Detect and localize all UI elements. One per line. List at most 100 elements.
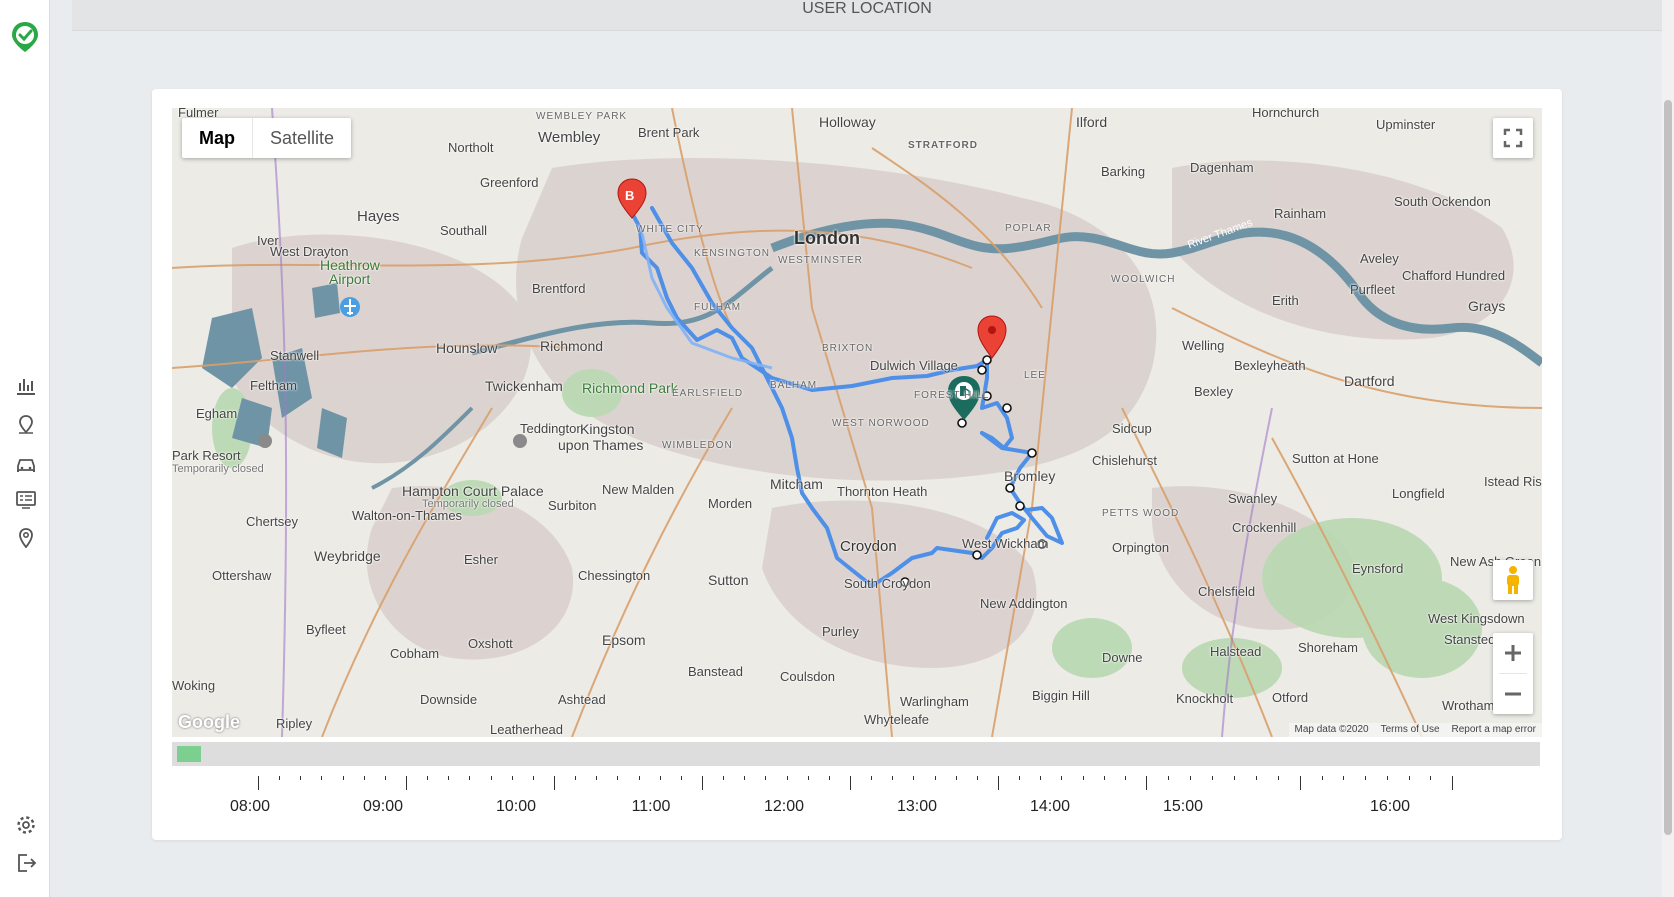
timeline-major-tick: [1146, 776, 1147, 790]
map-label: Longfield: [1392, 486, 1445, 501]
timeline-minor-tick: [512, 776, 513, 780]
fullscreen-button[interactable]: [1493, 118, 1533, 158]
timeline-minor-tick: [469, 776, 470, 780]
map-label: Teddington: [520, 421, 584, 436]
timeline-minor-tick: [533, 776, 534, 780]
map-label: Dartford: [1344, 373, 1395, 389]
timeline-hour-label: 11:00: [631, 798, 671, 815]
map-label: Swanley: [1228, 491, 1278, 506]
app-logo-icon[interactable]: [7, 18, 43, 54]
timeline-minor-tick: [491, 776, 492, 780]
timeline-minor-tick: [1343, 776, 1344, 780]
map-label: Purfleet: [1350, 282, 1395, 297]
map-label: Weybridge: [314, 548, 381, 564]
timeline-minor-tick: [765, 776, 766, 780]
map-label: Banstead: [688, 664, 743, 679]
map-label: LEE: [1024, 370, 1046, 381]
map-label: Sutton at Hone: [1292, 451, 1379, 466]
map-label: Grays: [1468, 298, 1506, 314]
map-label: Erith: [1272, 293, 1299, 308]
map-label: Feltham: [250, 378, 297, 393]
map-label: Rainham: [1274, 206, 1327, 221]
map-label: Bexley: [1194, 384, 1234, 399]
map-label: Leatherhead: [490, 722, 564, 737]
analytics-icon[interactable]: [13, 373, 39, 399]
timeline-minor-tick: [1083, 776, 1084, 780]
timeline-minor-tick: [427, 776, 428, 780]
map-label: Shoreham: [1298, 640, 1358, 655]
map-label: Hampton Court Palace: [402, 483, 544, 499]
timeline-progress[interactable]: [177, 746, 201, 762]
map-type-satellite-button[interactable]: Satellite: [253, 118, 351, 158]
timeline-minor-tick: [892, 776, 893, 780]
timeline-hour-label: 14:00: [1029, 798, 1071, 815]
map-label: Knockholt: [1176, 691, 1234, 706]
timeline-minor-tick: [871, 776, 872, 780]
timeline-minor-tick: [1322, 776, 1323, 780]
map-label: Morden: [708, 496, 753, 511]
timeline-minor-tick: [448, 776, 449, 780]
map-label: STRATFORD: [908, 140, 978, 151]
logout-icon[interactable]: [13, 850, 39, 876]
map-label: WEMBLEY PARK: [536, 111, 628, 122]
map-label: West Wickham: [962, 536, 1049, 551]
map-label: Ottershaw: [212, 568, 272, 583]
map-label: Hounslow: [436, 340, 498, 356]
gear-icon[interactable]: [13, 812, 39, 838]
map-marker-icon[interactable]: [13, 525, 39, 551]
map-label: London: [794, 228, 860, 248]
map-label: South Ockendon: [1394, 194, 1491, 209]
map-label: Sutton: [708, 572, 749, 588]
terms-of-use-link[interactable]: Terms of Use: [1375, 723, 1446, 737]
zoom-control: [1493, 633, 1533, 714]
map-label: POPLAR: [1005, 223, 1052, 234]
map-type-map-button[interactable]: Map: [182, 118, 253, 158]
map-label: Southall: [440, 223, 487, 238]
timeline-major-tick: [850, 776, 851, 790]
map-label: New Malden: [602, 482, 675, 497]
fullscreen-icon: [1503, 128, 1523, 148]
timeline-minor-tick: [1409, 776, 1410, 780]
map-label: Brentford: [532, 281, 586, 296]
car-icon[interactable]: [13, 451, 39, 477]
timeline-minor-tick: [279, 776, 280, 780]
timeline-hour-label: 16:00: [1369, 798, 1411, 815]
scrollbar-thumb[interactable]: [1664, 100, 1672, 835]
page-scrollbar[interactable]: [1662, 0, 1674, 897]
map-label: FULHAM: [694, 302, 742, 313]
timeline-slider[interactable]: [172, 742, 1540, 766]
map-data-text: Map data ©2020: [1294, 724, 1369, 735]
map-label: Oxshott: [468, 636, 513, 651]
map-label: South Croydon: [844, 576, 931, 591]
map-label: Chafford Hundred: [1402, 268, 1506, 283]
timeline-minor-tick: [321, 776, 322, 780]
timeline-major-tick: [702, 776, 703, 790]
list-icon[interactable]: [13, 487, 39, 513]
timeline-minor-tick: [343, 776, 344, 780]
timeline-minor-tick: [364, 776, 365, 780]
street-view-button[interactable]: [1493, 560, 1533, 600]
page-title: USER LOCATION: [802, 0, 932, 17]
map-view[interactable]: B WEMBLEY PARK Holloway STRATFORD Ilford…: [172, 108, 1542, 737]
report-map-error-link[interactable]: Report a map error: [1446, 723, 1542, 737]
map-label: Halstead: [1210, 644, 1262, 659]
camera-poi-icon: [258, 434, 272, 448]
timeline-minor-tick: [808, 776, 809, 780]
map-label: WOOLWICH: [1111, 274, 1176, 285]
map-label: upon Thames: [558, 437, 644, 453]
timeline-major-tick: [1452, 776, 1453, 790]
timeline-minor-tick: [300, 776, 301, 780]
map-label: New Addington: [980, 596, 1068, 611]
timeline-minor-tick: [977, 776, 978, 780]
map-label: Downe: [1102, 650, 1143, 665]
timeline-minor-tick: [1278, 776, 1279, 780]
zoom-in-button[interactable]: [1493, 633, 1533, 673]
map-label: Ilford: [1076, 114, 1108, 130]
map-label: Dulwich Village: [870, 358, 958, 373]
map-label: Egham: [196, 406, 238, 421]
timeline-minor-tick: [744, 776, 745, 780]
zoom-out-button[interactable]: [1493, 674, 1533, 714]
map-label: Croydon: [840, 538, 897, 555]
location-pin-icon[interactable]: [13, 411, 39, 437]
google-logo: Google: [178, 712, 240, 732]
